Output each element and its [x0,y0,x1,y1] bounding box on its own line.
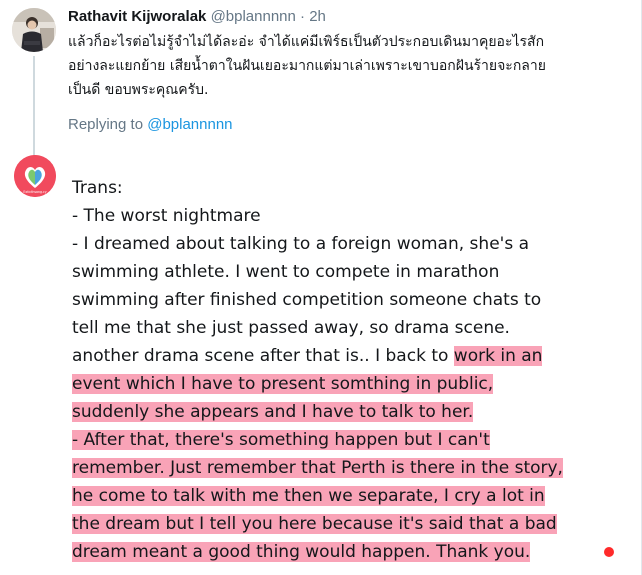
reply-line-highlight: dream meant a good thing would happen. T… [72,542,531,562]
reply-line: Trans: [72,174,632,202]
reply-line: he come to talk with me then we separate… [72,482,632,510]
replying-to: Replying to @bplannnnn [68,114,233,136]
tweet-text: แล้วก็อะไรต่อไม่รู้จำไม่ได้ละอ่ะ จำได้แค… [68,30,598,102]
reply-line-text: - The worst nightmare [72,206,261,226]
tweet-text-line: อย่างละแยกย้าย เสียน้ำตาในฝันเยอะมากแต่ม… [68,58,546,74]
tweet-timestamp[interactable]: 2h [309,8,326,25]
reply-line: tell me that she just passed away, so dr… [72,314,632,342]
reply-line-highlight: suddenly she appears and I have to talk … [72,402,474,422]
reply-avatar[interactable]: Exticthsang.cy [14,155,56,197]
thread-connector-line [33,56,35,156]
reply-line-text: swimming athlete. I went to compete in m… [72,262,500,282]
avatar-caption: Exticthsang.cy [23,190,46,194]
reply-line-text: tell me that she just passed away, so dr… [72,318,510,338]
reply-line: - The worst nightmare [72,202,632,230]
reply-line: swimming athlete. I went to compete in m… [72,258,632,286]
reply-line: swimming after finished competition some… [72,286,632,314]
reply-line: event which I have to present somthing i… [72,370,632,398]
red-dot-marker [604,547,614,557]
reply-line-highlight: remember. Just remember that Perth is th… [72,458,563,478]
author-photo-icon [12,8,56,52]
tweet-text-line: เป็นดี ขอบพระคุณครับ. [68,82,209,98]
reply-line: remember. Just remember that Perth is th… [72,454,632,482]
reply-line: another drama scene after that is.. I ba… [72,342,632,370]
reply-line-highlight: - After that, there's something happen b… [72,430,490,450]
replying-to-mention[interactable]: @bplannnnn [147,116,232,133]
tweet-text-line: แล้วก็อะไรต่อไม่รู้จำไม่ได้ละอ่ะ จำได้แค… [68,34,545,50]
reply-line-text: Trans: [72,178,123,198]
tweet-thread: Rathavit Kijworalak @bplannnnn · 2h แล้ว… [0,0,642,575]
reply-line-highlight: the dream but I tell you here because it… [72,514,557,534]
author-avatar[interactable] [12,8,56,52]
heart-logo-icon: Exticthsang.cy [14,155,56,197]
reply-line: - I dreamed about talking to a foreign w… [72,230,632,258]
author-handle[interactable]: @bplannnnn [211,8,296,25]
author-display-name[interactable]: Rathavit Kijworalak [68,8,206,25]
reply-line-highlight: he come to talk with me then we separate… [72,486,545,506]
replying-to-label: Replying to [68,116,148,133]
reply-line: - After that, there's something happen b… [72,426,632,454]
reply-line-text: swimming after finished competition some… [72,290,542,310]
reply-text: Trans: - The worst nightmare - I dreamed… [72,174,632,566]
reply-line: dream meant a good thing would happen. T… [72,538,632,566]
reply-line-text: - I dreamed about talking to a foreign w… [72,234,529,254]
reply-line-highlight: work in an [453,346,543,366]
reply-line-highlight: event which I have to present somthing i… [72,374,494,394]
tweet-header: Rathavit Kijworalak @bplannnnn · 2h [68,6,326,28]
reply-line-text: another drama scene after that is.. I ba… [72,346,454,366]
separator-dot: · [300,8,306,25]
reply-line: suddenly she appears and I have to talk … [72,398,632,426]
reply-line: the dream but I tell you here because it… [72,510,632,538]
